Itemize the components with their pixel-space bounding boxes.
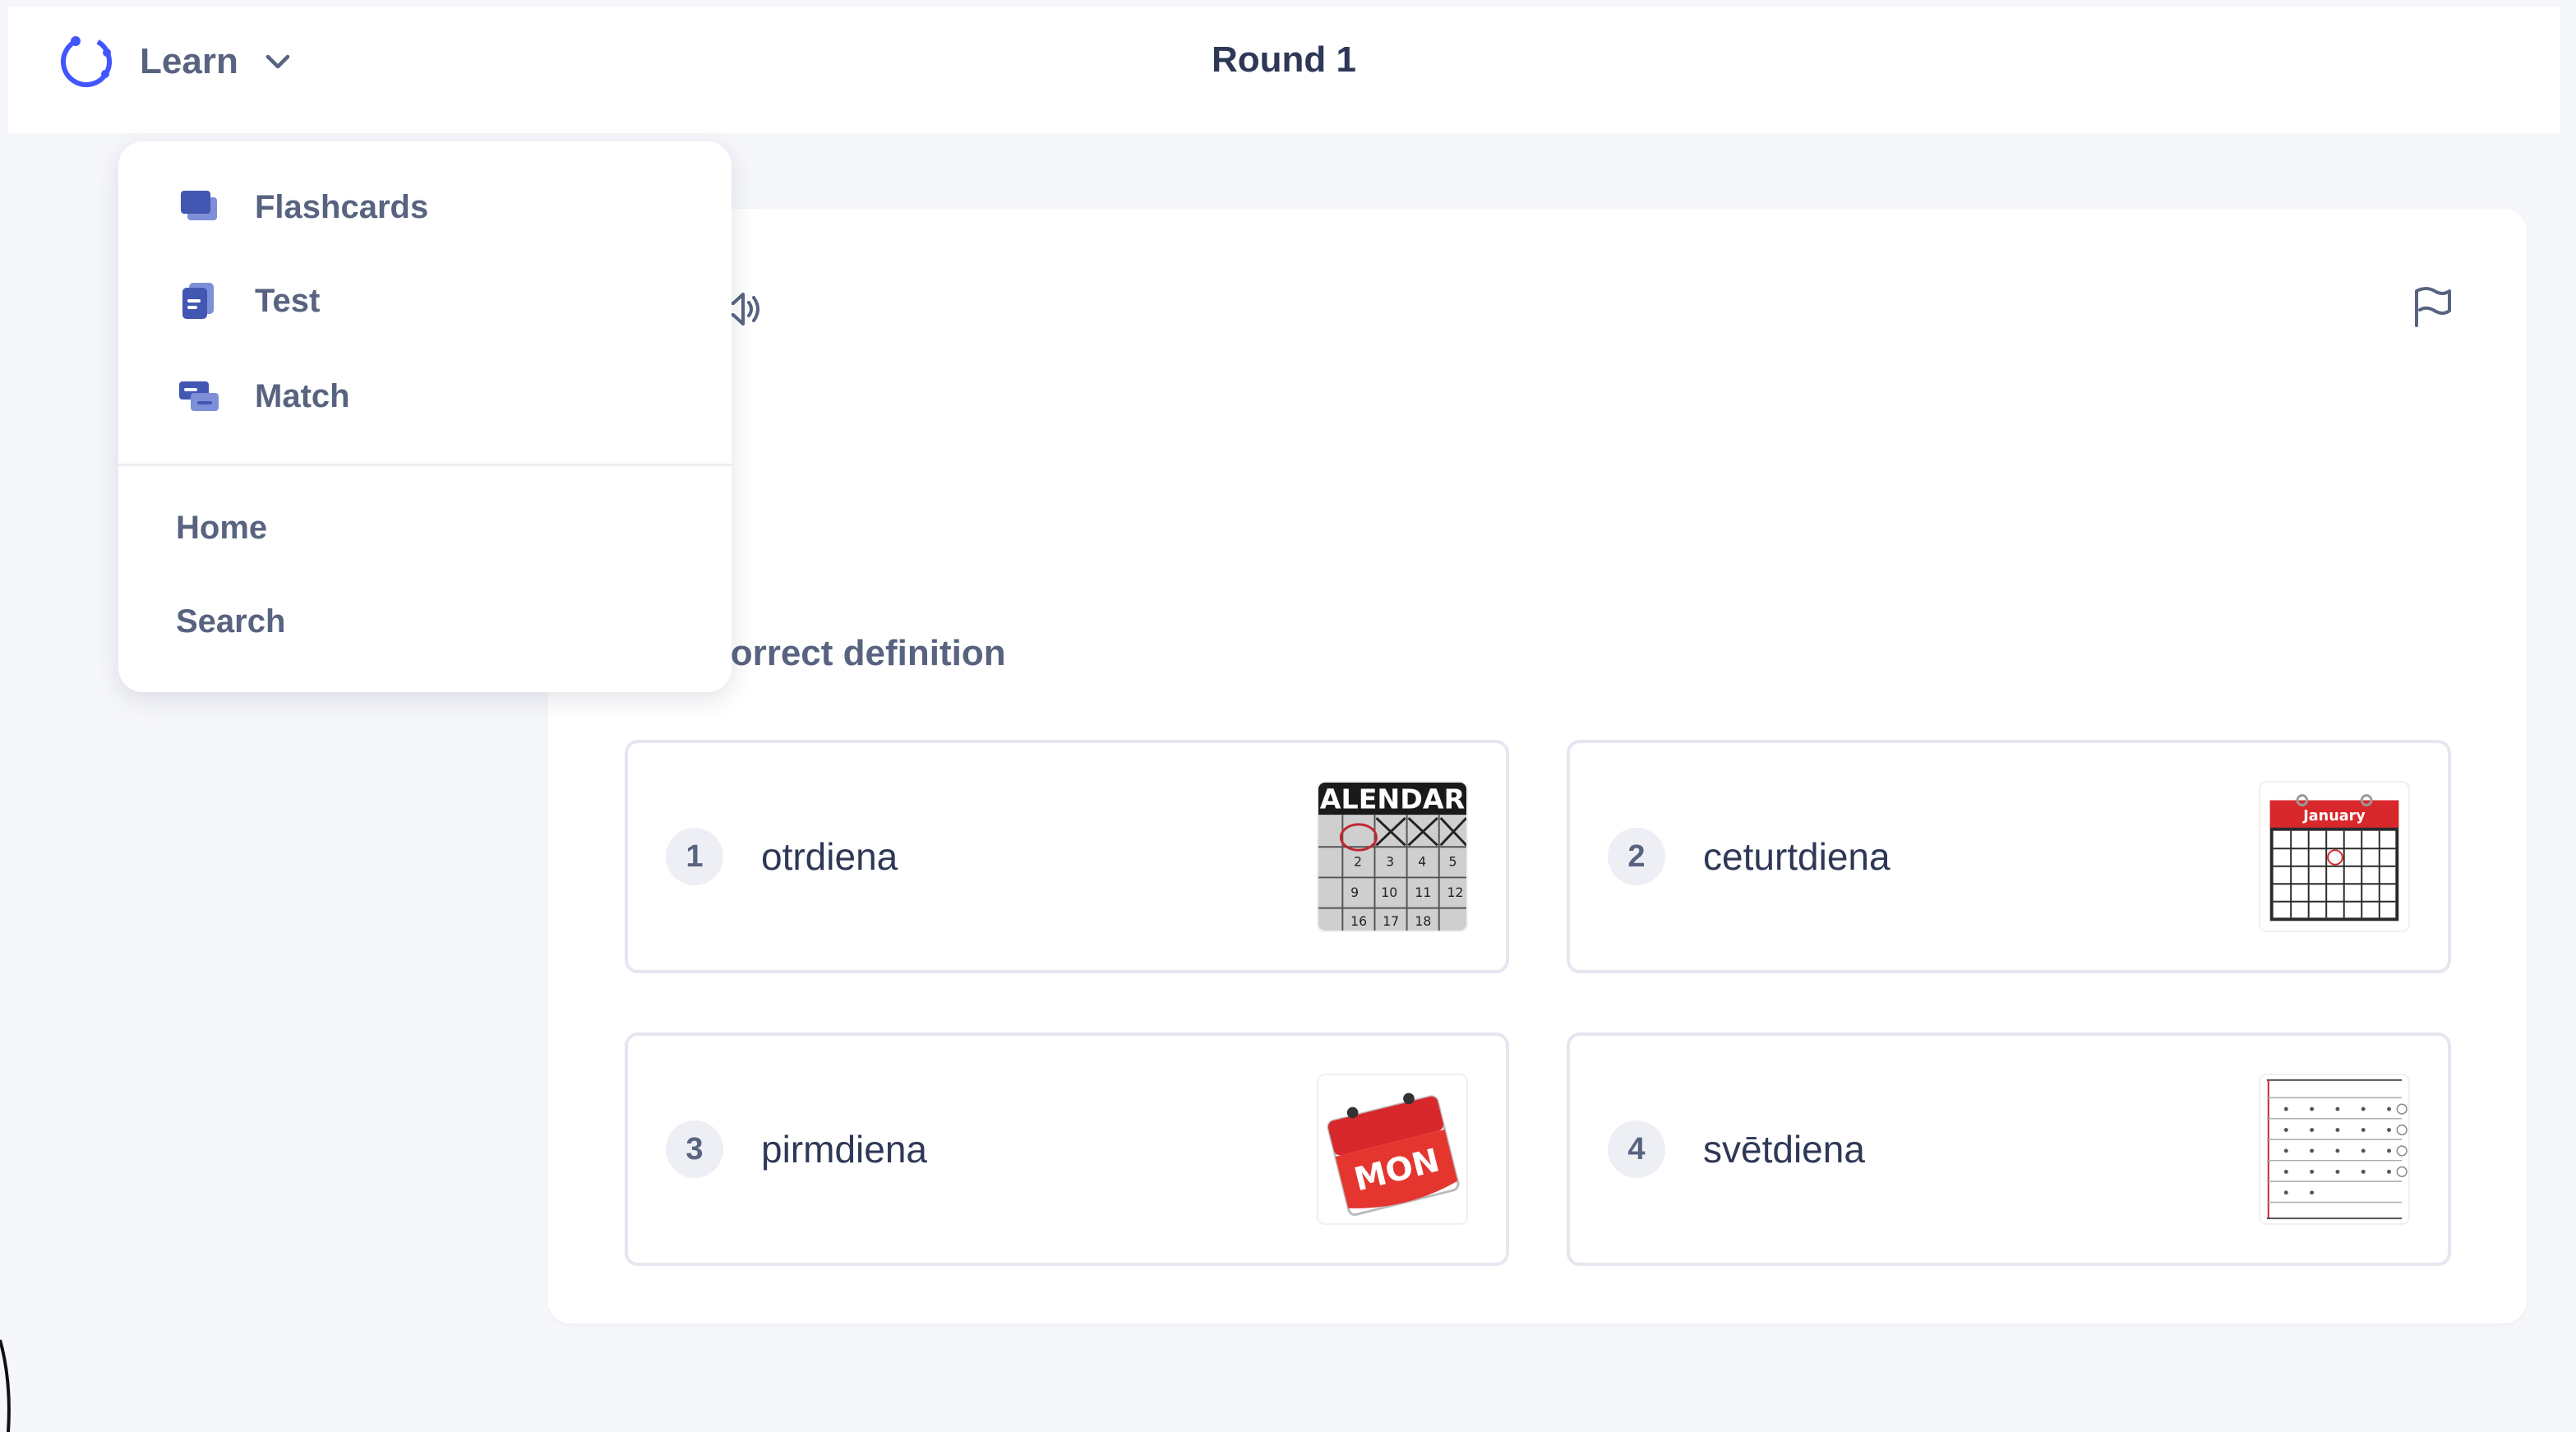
calendar-mon-image: MON bbox=[1317, 1074, 1468, 1225]
question-card: day the correct definition 1 otrdiena AL… bbox=[547, 209, 2527, 1323]
top-bar: Learn Round 1 bbox=[8, 7, 2560, 133]
menu-item-match[interactable]: Match bbox=[176, 367, 350, 426]
answer-option-3[interactable]: 3 pirmdiena MON bbox=[625, 1032, 1509, 1266]
option-number: 1 bbox=[666, 828, 723, 885]
option-text: ceturtdiena bbox=[1703, 835, 1890, 878]
svg-text:18: 18 bbox=[1415, 913, 1431, 929]
svg-text:11: 11 bbox=[1415, 885, 1431, 900]
svg-text:9: 9 bbox=[1350, 885, 1359, 900]
svg-text:16: 16 bbox=[1350, 913, 1367, 929]
svg-text:5: 5 bbox=[1448, 854, 1457, 870]
answer-option-1[interactable]: 1 otrdiena ALENDAR 2 3 4 5 9 10 11 12 16… bbox=[625, 740, 1509, 973]
calendar-photo-word: ALENDAR bbox=[1320, 783, 1465, 815]
answer-option-2[interactable]: 2 ceturtdiena January bbox=[1567, 740, 2451, 973]
match-icon bbox=[179, 381, 219, 411]
calendar-monthly-grid-image bbox=[2259, 1074, 2410, 1225]
mode-dropdown-menu: Flashcards Test Match Home Search bbox=[118, 141, 732, 692]
option-text: otrdiena bbox=[761, 835, 898, 878]
round-title: Round 1 bbox=[1212, 39, 1356, 80]
svg-text:10: 10 bbox=[1381, 885, 1397, 900]
menu-item-label: Flashcards bbox=[255, 188, 429, 225]
edge-decoration bbox=[0, 1339, 11, 1432]
menu-item-label: Test bbox=[255, 282, 321, 319]
menu-item-label: Match bbox=[255, 377, 350, 414]
menu-link-search[interactable]: Search bbox=[176, 603, 285, 640]
answer-option-4[interactable]: 4 svētdiena bbox=[1567, 1032, 2451, 1266]
menu-item-flashcards[interactable]: Flashcards bbox=[176, 178, 428, 237]
option-number: 3 bbox=[666, 1120, 723, 1178]
option-text: pirmdiena bbox=[761, 1128, 927, 1171]
svg-text:4: 4 bbox=[1418, 854, 1426, 870]
calendar-photo-image: ALENDAR 2 3 4 5 9 10 11 12 16 17 18 bbox=[1317, 781, 1468, 932]
menu-divider bbox=[118, 464, 732, 466]
menu-link-home[interactable]: Home bbox=[176, 510, 267, 547]
app-frame: Learn Round 1 day the correct definition… bbox=[0, 0, 2576, 1432]
flag-icon[interactable] bbox=[2408, 283, 2456, 330]
svg-text:12: 12 bbox=[1447, 885, 1464, 900]
option-number: 4 bbox=[1608, 1120, 1665, 1178]
option-number: 2 bbox=[1608, 828, 1665, 885]
calendar-january-image: January bbox=[2259, 781, 2410, 932]
svg-text:2: 2 bbox=[1354, 854, 1362, 870]
option-text: svētdiena bbox=[1703, 1128, 1865, 1171]
svg-text:3: 3 bbox=[1386, 854, 1394, 870]
svg-text:17: 17 bbox=[1383, 913, 1399, 929]
flashcards-icon bbox=[181, 191, 217, 220]
menu-item-test[interactable]: Test bbox=[176, 271, 320, 330]
test-icon bbox=[182, 283, 214, 319]
calendar-january-month: January bbox=[2302, 808, 2366, 825]
